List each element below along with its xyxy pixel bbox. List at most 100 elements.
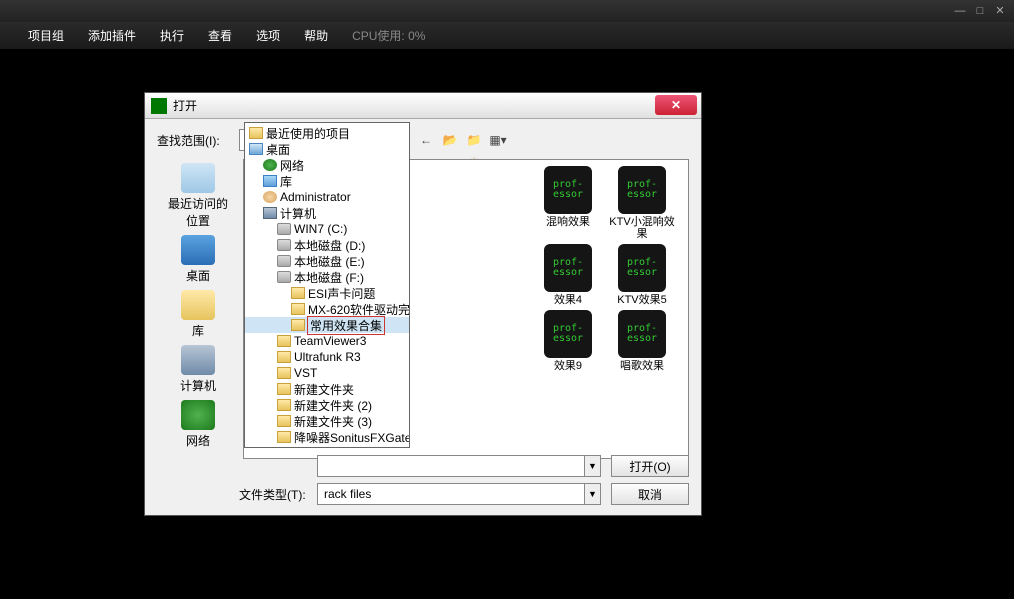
nav-up-button[interactable]: 📂 (439, 129, 461, 151)
professor-icon: prof-essor (618, 166, 666, 214)
menu-view[interactable]: 查看 (196, 23, 244, 48)
computer-icon (181, 345, 215, 375)
tree-item[interactable]: 新建文件夹 (2) (245, 397, 409, 413)
professor-icon: prof-essor (544, 166, 592, 214)
professor-icon: prof-essor (618, 244, 666, 292)
tree-item[interactable]: Ultrafunk R3 (245, 349, 409, 365)
place-library[interactable]: 库 (164, 290, 232, 339)
file-thumb[interactable]: prof-essor KTV效果5 (609, 244, 675, 306)
app-icon (151, 98, 167, 114)
places-bar: 最近访问的位置 桌面 库 计算机 网络 (157, 159, 239, 459)
tree-item[interactable]: 常用效果合集 (245, 317, 409, 333)
folder-icon (291, 319, 305, 331)
tree-item[interactable]: VST (245, 365, 409, 381)
nav-newfolder-button[interactable]: 📁✳ (463, 129, 485, 151)
tree-item[interactable]: 计算机 (245, 205, 409, 221)
folder-icon (277, 335, 291, 347)
minimize-button[interactable]: — (950, 3, 970, 19)
folder-icon (277, 415, 291, 427)
lookin-label: 查找范围(I): (157, 132, 239, 149)
filetype-combobox[interactable]: rack files▼ (317, 483, 601, 505)
file-thumbnails: prof-essor混响效果prof-essorKTV小混响效果prof-ess… (535, 166, 680, 372)
tree-item[interactable]: 库 (245, 173, 409, 189)
folder-icon (291, 287, 305, 299)
drive-icon (277, 223, 291, 235)
close-button[interactable]: ✕ (990, 3, 1010, 19)
place-recent[interactable]: 最近访问的位置 (164, 163, 232, 229)
drive-icon (277, 255, 291, 267)
tree-item-label: WIN7 (C:) (294, 222, 347, 236)
tree-item[interactable]: 本地磁盘 (D:) (245, 237, 409, 253)
folder-icon (249, 127, 263, 139)
tree-item[interactable]: MX-620软件驱动完整版安装包 (245, 301, 409, 317)
tree-item[interactable]: Administrator (245, 189, 409, 205)
tree-item[interactable]: TeamViewer3 (245, 333, 409, 349)
drive-icon (277, 239, 291, 251)
nav-back-button[interactable]: ← (415, 129, 437, 151)
folder-icon (277, 399, 291, 411)
menu-add-plugin[interactable]: 添加插件 (76, 23, 148, 48)
menu-options[interactable]: 选项 (244, 23, 292, 48)
menu-help[interactable]: 帮助 (292, 23, 340, 48)
thumb-label: 效果4 (535, 294, 601, 306)
place-desktop[interactable]: 桌面 (164, 235, 232, 284)
chevron-down-icon[interactable]: ▼ (584, 456, 600, 476)
tree-item[interactable]: 网络 (245, 157, 409, 173)
place-computer[interactable]: 计算机 (164, 345, 232, 394)
tree-item[interactable]: 本地磁盘 (E:) (245, 253, 409, 269)
tree-item[interactable]: 新建文件夹 (245, 381, 409, 397)
tree-item-label: 本地磁盘 (F:) (294, 269, 364, 286)
file-thumb[interactable]: prof-essor 效果4 (535, 244, 601, 306)
lookin-dropdown-tree[interactable]: 最近使用的项目桌面网络库Administrator计算机WIN7 (C:)本地磁… (244, 122, 410, 448)
tree-item[interactable]: 新建文件夹 (3) (245, 413, 409, 429)
cancel-button[interactable]: 取消 (611, 483, 689, 505)
tree-item-label: 网络 (280, 157, 304, 174)
tree-item-label: VST (294, 366, 317, 380)
folder-icon (291, 303, 305, 315)
tree-item[interactable]: 降噪器SonitusFXGateVST (245, 429, 409, 445)
tree-item[interactable]: 本地磁盘 (F:) (245, 269, 409, 285)
tree-item-label: TeamViewer3 (294, 334, 366, 348)
tree-item[interactable]: ESI声卡问题 (245, 285, 409, 301)
library-icon (181, 290, 215, 320)
tree-item-label: 桌面 (266, 141, 290, 158)
file-thumb[interactable]: prof-essor混响效果 (535, 166, 601, 240)
tree-item[interactable]: WIN7 (C:) (245, 221, 409, 237)
file-thumb[interactable]: prof-essorKTV小混响效果 (609, 166, 675, 240)
open-file-dialog: 打开 ✕ 查找范围(I): 常用效果合集 ▼ ← 📂 📁✳ ▦▾ 最近访问的位置… (144, 92, 702, 516)
dialog-close-button[interactable]: ✕ (655, 95, 697, 115)
menu-run[interactable]: 执行 (148, 23, 196, 48)
file-thumb[interactable]: prof-essor唱歌效果 (609, 310, 675, 372)
professor-icon: prof-essor (618, 310, 666, 358)
tree-item-label: 新建文件夹 (3) (294, 413, 372, 430)
nav-viewmode-button[interactable]: ▦▾ (487, 129, 509, 151)
tree-item-label: MX-620软件驱动完整版安装包 (308, 301, 410, 318)
tree-item-label: 本地磁盘 (D:) (294, 237, 365, 254)
menubar: 项目组 添加插件 执行 查看 选项 帮助 CPU使用: 0% (0, 22, 1014, 50)
comp-icon (263, 207, 277, 219)
file-list-area[interactable]: 最近使用的项目桌面网络库Administrator计算机WIN7 (C:)本地磁… (243, 159, 689, 459)
maximize-button[interactable]: □ (970, 3, 990, 19)
tree-item-label: 最近使用的项目 (266, 125, 350, 142)
dialog-titlebar[interactable]: 打开 ✕ (145, 93, 701, 119)
tree-item-label: 库 (280, 173, 292, 190)
filename-input[interactable]: ▼ (317, 455, 601, 477)
file-thumb[interactable]: prof-essor效果9 (535, 310, 601, 372)
lib-icon (263, 175, 277, 187)
tree-item-label: 本地磁盘 (E:) (294, 253, 365, 270)
menu-project[interactable]: 项目组 (16, 23, 76, 48)
tree-item-label: ESI声卡问题 (308, 285, 375, 302)
professor-icon: prof-essor (544, 244, 592, 292)
open-button[interactable]: 打开(O) (611, 455, 689, 477)
thumb-label: KTV小混响效果 (609, 216, 675, 240)
net-icon (263, 159, 277, 171)
main-titlebar: — □ ✕ (0, 0, 1014, 22)
filetype-label: 文件类型(T): (239, 486, 317, 503)
drive-icon (277, 271, 291, 283)
tree-item[interactable]: 桌面 (245, 141, 409, 157)
professor-icon: prof-essor (544, 310, 592, 358)
thumb-label: KTV效果5 (609, 294, 675, 306)
chevron-down-icon[interactable]: ▼ (584, 484, 600, 504)
place-network[interactable]: 网络 (164, 400, 232, 449)
tree-item[interactable]: 最近使用的项目 (245, 125, 409, 141)
